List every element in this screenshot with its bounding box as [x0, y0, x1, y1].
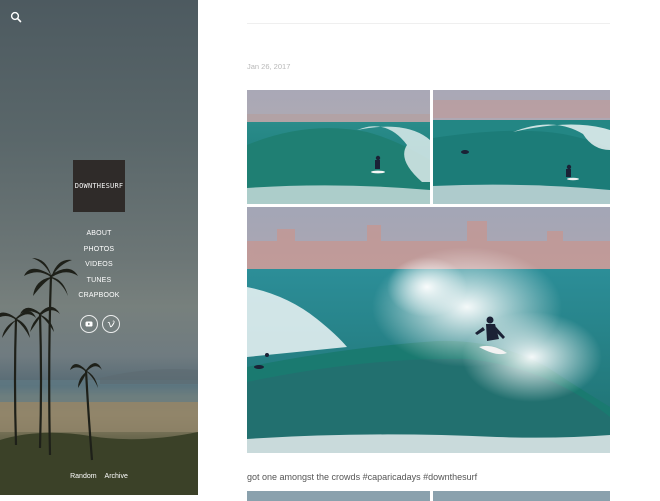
sidebar: DOWNTHESURF ABOUT PHOTOS VIDEOS TUNES CR… — [0, 0, 198, 495]
photo-surfers-wave[interactable] — [433, 90, 610, 204]
site-logo[interactable]: DOWNTHESURF — [73, 160, 125, 212]
search-icon — [10, 11, 22, 23]
nav-item-videos[interactable]: VIDEOS — [0, 257, 198, 273]
divider — [247, 23, 610, 24]
photo-surfer-barrel[interactable] — [247, 90, 430, 204]
logo-text: DOWNTHESURF — [74, 182, 124, 190]
sidebar-footer: Random Archive — [0, 473, 198, 480]
nav-item-about[interactable]: ABOUT — [0, 226, 198, 242]
photo-next-right[interactable] — [433, 491, 610, 501]
archive-link[interactable]: Archive — [105, 473, 128, 480]
random-link[interactable]: Random — [70, 473, 96, 480]
nav-item-crapbook[interactable]: CRAPBOOK — [0, 288, 198, 304]
youtube-icon — [85, 321, 93, 327]
search-button[interactable] — [10, 10, 22, 23]
vimeo-icon — [107, 320, 115, 328]
post-caption: got one amongst the crowds #caparicadays… — [247, 472, 478, 482]
nav-item-tunes[interactable]: TUNES — [0, 273, 198, 289]
photo-next-left[interactable] — [247, 491, 430, 501]
main-content: Jan 26, 2017 got one amongst the crowds … — [198, 0, 660, 501]
photo-surfer-spray[interactable] — [247, 207, 610, 453]
vimeo-button[interactable] — [102, 315, 120, 333]
social-links — [80, 315, 120, 333]
post-date[interactable]: Jan 26, 2017 — [247, 62, 290, 71]
sidebar-nav: ABOUT PHOTOS VIDEOS TUNES CRAPBOOK — [0, 226, 198, 304]
nav-item-photos[interactable]: PHOTOS — [0, 242, 198, 258]
youtube-button[interactable] — [80, 315, 98, 333]
